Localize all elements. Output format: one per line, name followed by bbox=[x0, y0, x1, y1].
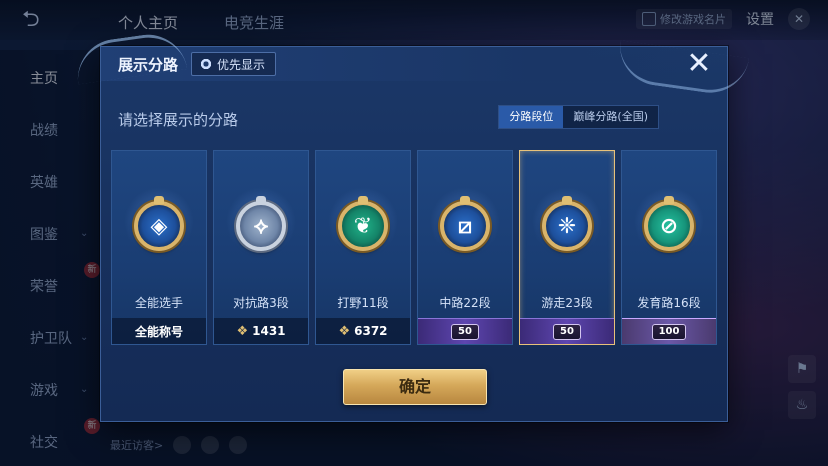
lane-card-footer: ❖ 6372 bbox=[316, 318, 410, 344]
lane-card-label: 打野11段 bbox=[337, 296, 389, 310]
lane-card-label: 中路22段 bbox=[439, 296, 491, 310]
clash-lane-emblem-icon: ⟡ bbox=[236, 196, 286, 251]
lane-card-jungle[interactable]: ❦ 打野11段 ❖ 6372 bbox=[315, 150, 411, 345]
jungle-emblem-icon: ❦ bbox=[338, 196, 388, 251]
close-button[interactable]: ✕ bbox=[685, 49, 713, 79]
level-badge: 100 bbox=[651, 323, 687, 340]
roam-emblem-icon: ❈ bbox=[542, 196, 592, 251]
priority-display-label: 优先显示 bbox=[217, 57, 266, 72]
lane-card-footer: 50 bbox=[520, 318, 614, 344]
lane-card-footer: 100 bbox=[622, 318, 716, 344]
modal-title: 展示分路 bbox=[118, 56, 179, 74]
confirm-button[interactable]: 确定 bbox=[343, 369, 487, 405]
all-round-emblem-icon: ◈ bbox=[134, 196, 184, 251]
lane-card-footer: 50 bbox=[418, 318, 512, 344]
modal-subtitle: 请选择展示的分路 bbox=[118, 111, 239, 129]
points-icon: ❖ bbox=[338, 323, 351, 339]
level-badge: 50 bbox=[451, 323, 479, 340]
priority-display-button[interactable]: 优先显示 bbox=[191, 52, 277, 76]
lane-card-mid[interactable]: ⧄ 中路22段 50 bbox=[417, 150, 513, 345]
mid-lane-emblem-icon: ⧄ bbox=[440, 196, 490, 251]
display-lane-modal: 展示分路 优先显示 ✕ 请选择展示的分路 分路段位 巅峰分路(全国) ◈ 全能选… bbox=[72, 29, 750, 422]
lane-card-footer: 全能称号 bbox=[112, 318, 206, 344]
points-value: 1431 bbox=[252, 324, 286, 338]
lane-card-farm[interactable]: ⊘ 发育路16段 100 bbox=[621, 150, 717, 345]
lane-card-label: 发育路16段 bbox=[637, 296, 701, 310]
points-value: 6372 bbox=[354, 324, 388, 338]
gear-icon bbox=[200, 58, 212, 70]
lane-card-footer: ❖ 1431 bbox=[214, 318, 308, 344]
lane-card-roam[interactable]: ❈ 游走23段 50 bbox=[519, 150, 615, 345]
lane-type-segmented-control: 分路段位 巅峰分路(全国) bbox=[498, 105, 659, 129]
lane-card-label: 全能选手 bbox=[134, 296, 183, 310]
tab-lane-rank[interactable]: 分路段位 bbox=[499, 106, 564, 128]
lane-card-label: 对抗路3段 bbox=[233, 296, 289, 310]
level-badge: 50 bbox=[553, 323, 581, 340]
lane-cards: ◈ 全能选手 全能称号 ⟡ 对抗路3段 ❖ 1431 ❦ 打野11段 ❖ 637… bbox=[111, 150, 719, 345]
tab-peak-lane[interactable]: 巅峰分路(全国) bbox=[563, 106, 658, 128]
title-text: 全能称号 bbox=[134, 324, 183, 339]
points-icon: ❖ bbox=[236, 323, 249, 339]
farm-lane-emblem-icon: ⊘ bbox=[644, 196, 694, 251]
lane-card-clash[interactable]: ⟡ 对抗路3段 ❖ 1431 bbox=[213, 150, 309, 345]
lane-card-label: 游走23段 bbox=[541, 296, 593, 310]
lane-card-all-round[interactable]: ◈ 全能选手 全能称号 bbox=[111, 150, 207, 345]
